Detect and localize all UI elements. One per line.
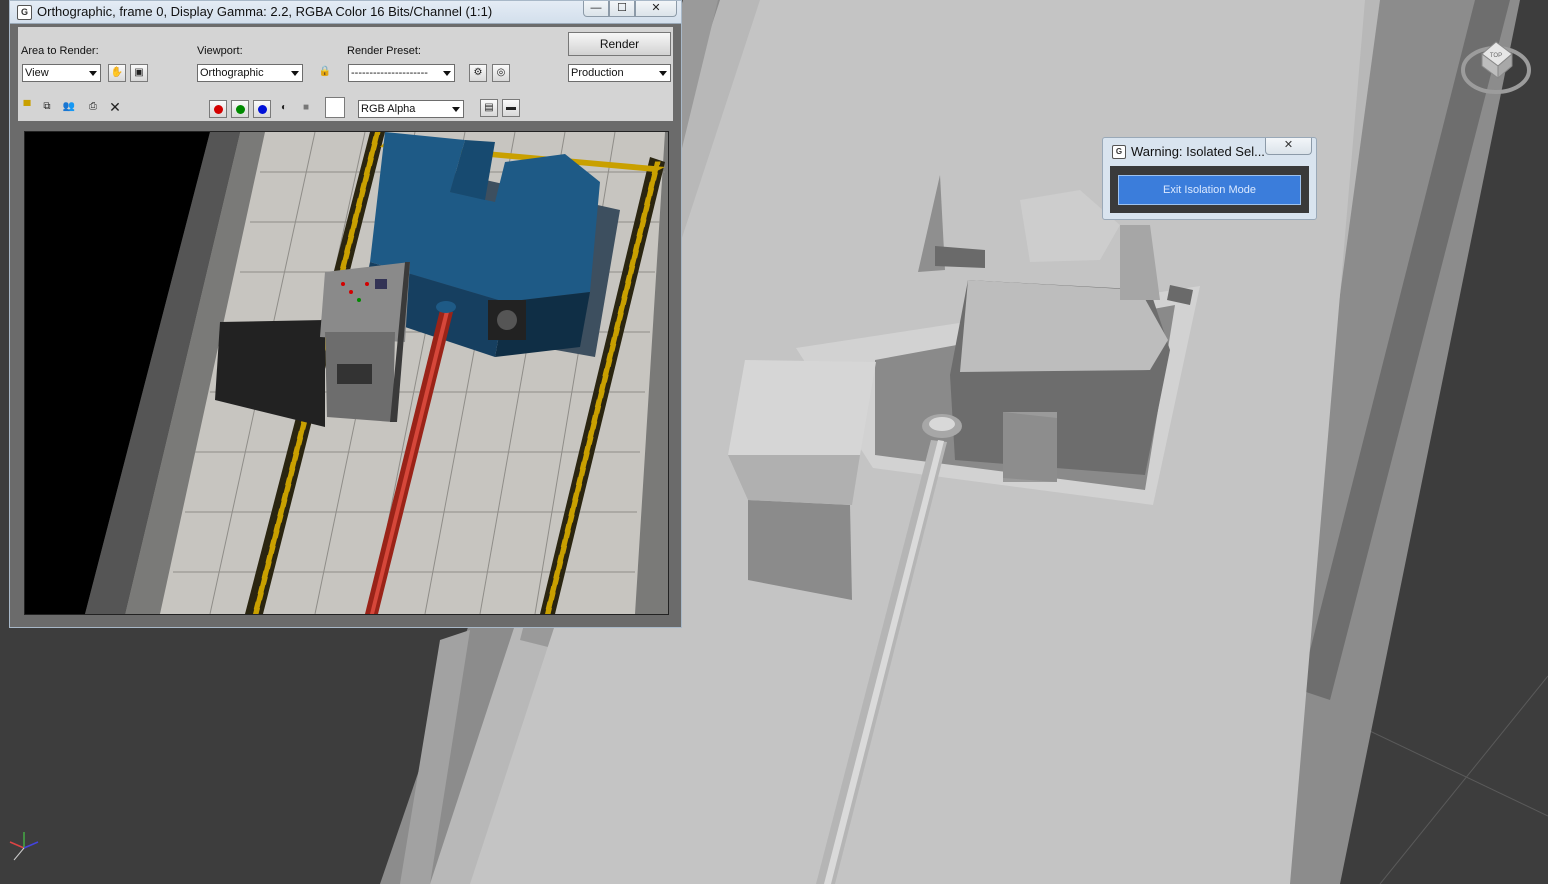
frame-window-title: Orthographic, frame 0, Display Gamma: 2.… xyxy=(37,4,493,19)
print-icon[interactable]: ⎙ xyxy=(84,99,102,117)
area-to-render-dropdown[interactable]: View xyxy=(22,64,101,82)
save-image-icon[interactable]: ▀ xyxy=(18,99,36,117)
clear-icon[interactable]: ✕ xyxy=(106,99,124,117)
lock-icon[interactable]: 🔒 xyxy=(316,64,334,82)
window-controls: — ☐ ✕ xyxy=(583,1,677,19)
maximize-button[interactable]: ☐ xyxy=(609,1,635,17)
frame-window-titlebar[interactable]: G Orthographic, frame 0, Display Gamma: … xyxy=(10,1,681,24)
alpha-channel-icon[interactable]: ◐ xyxy=(275,100,293,118)
axis-tripod-icon xyxy=(2,828,46,864)
chevron-down-icon xyxy=(656,65,670,81)
frame-window-toolbar: Area to Render: View ✋ ▣ Viewport: Ortho… xyxy=(18,27,673,121)
blue-channel-toggle[interactable] xyxy=(253,100,271,118)
green-channel-toggle[interactable] xyxy=(231,100,249,118)
channel-display-value: RGB Alpha xyxy=(361,103,416,115)
render-mode-dropdown[interactable]: Production xyxy=(568,64,671,82)
max-app-icon: G xyxy=(1112,145,1126,159)
render-setup-icon[interactable]: ⚙ xyxy=(469,64,487,82)
chevron-down-icon xyxy=(440,65,454,81)
clone-window-icon[interactable]: 👥 xyxy=(60,99,78,117)
warning-dialog-body: Exit Isolation Mode xyxy=(1110,166,1309,213)
channel-display-dropdown[interactable]: RGB Alpha xyxy=(358,100,464,118)
chevron-down-icon xyxy=(86,65,100,81)
close-button[interactable]: ✕ xyxy=(635,1,677,17)
red-dot-icon xyxy=(214,105,223,114)
green-dot-icon xyxy=(236,105,245,114)
render-preset-dropdown[interactable]: --------------------- xyxy=(348,64,455,82)
rendered-frame-window[interactable]: G Orthographic, frame 0, Display Gamma: … xyxy=(9,0,682,628)
viewport-dropdown[interactable]: Orthographic xyxy=(197,64,303,82)
area-to-render-value: View xyxy=(25,67,49,79)
area-to-render-label: Area to Render: xyxy=(21,45,99,57)
auto-region-icon[interactable]: ▣ xyxy=(130,64,148,82)
chevron-down-icon xyxy=(449,101,463,117)
edit-region-icon[interactable]: ✋ xyxy=(108,64,126,82)
rendered-image xyxy=(24,131,669,615)
view-cube-face-label: TOP xyxy=(1490,53,1502,59)
minimize-button[interactable]: — xyxy=(583,1,609,17)
warning-close-button[interactable]: ✕ xyxy=(1265,138,1312,155)
chevron-down-icon xyxy=(288,65,302,81)
viewport-value: Orthographic xyxy=(200,67,264,79)
max-app-icon: G xyxy=(17,5,32,20)
toggle-ui-overlay-icon[interactable]: ▤ xyxy=(480,99,498,117)
view-cube[interactable]: TOP xyxy=(1460,34,1532,96)
color-swatch[interactable] xyxy=(325,97,345,118)
viewport-label: Viewport: xyxy=(197,45,243,57)
environment-icon[interactable]: ◎ xyxy=(492,64,510,82)
warning-dialog-title: Warning: Isolated Sel... xyxy=(1131,144,1265,159)
rendered-scene xyxy=(25,132,668,614)
blue-dot-icon xyxy=(258,105,267,114)
isolation-warning-dialog[interactable]: G Warning: Isolated Sel... ✕ Exit Isolat… xyxy=(1102,137,1317,220)
render-preset-label: Render Preset: xyxy=(347,45,421,57)
render-button[interactable]: Render xyxy=(568,32,671,56)
toggle-ui-icon[interactable]: ▬ xyxy=(502,99,520,117)
render-preset-value: --------------------- xyxy=(351,67,428,79)
red-channel-toggle[interactable] xyxy=(209,100,227,118)
copy-image-icon[interactable]: ⧉ xyxy=(38,99,56,117)
exit-isolation-mode-button[interactable]: Exit Isolation Mode xyxy=(1118,175,1301,205)
monochrome-icon[interactable]: ■ xyxy=(297,100,315,118)
render-mode-value: Production xyxy=(571,67,624,79)
